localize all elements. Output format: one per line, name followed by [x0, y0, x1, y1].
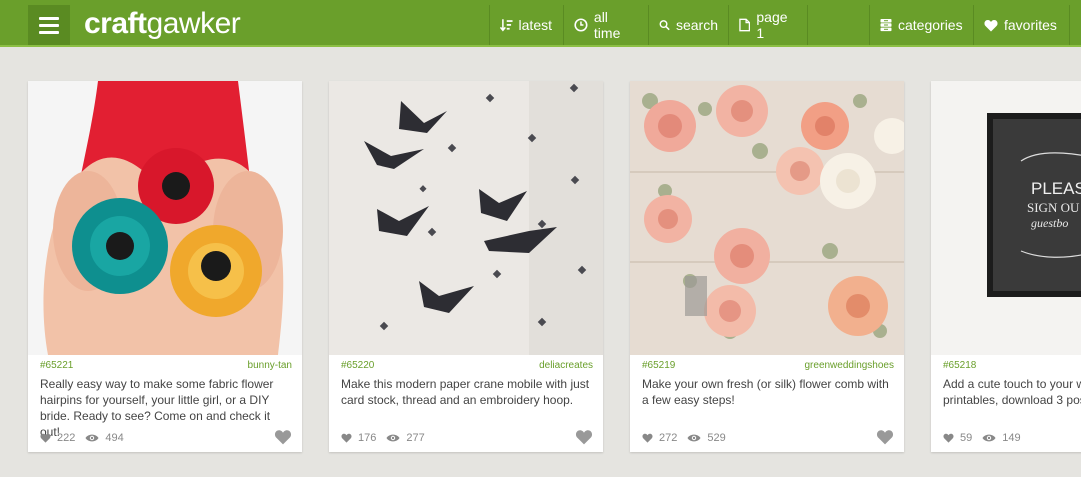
views-count: 277 — [406, 432, 425, 444]
favorite-heart-icon[interactable] — [876, 429, 894, 445]
heart-icon — [943, 433, 954, 443]
card-thumbnail-paper-cranes[interactable] — [329, 81, 603, 355]
craft-card[interactable]: #65221 bunny-tan Really easy way to make… — [28, 81, 302, 452]
search-icon — [659, 20, 670, 31]
nav-page-label: page 1 — [756, 9, 788, 41]
site-logo[interactable]: craftgawker — [84, 7, 241, 40]
top-navigation-bar: craftgawker latest all time search page … — [0, 0, 1081, 47]
views-count: 529 — [707, 432, 726, 444]
eye-icon — [982, 434, 996, 442]
card-id[interactable]: #65218 — [943, 360, 976, 371]
nav-all-time-button[interactable]: all time — [563, 5, 648, 45]
craft-card[interactable]: PLEAS SIGN OU guestbo #65218 Add a cute … — [931, 81, 1081, 452]
heart-icon — [40, 433, 51, 443]
views-count: 149 — [1002, 432, 1021, 444]
card-description: Add a cute touch to your wedding with th… — [943, 376, 1081, 408]
card-description: Make your own fresh (or silk) flower com… — [642, 377, 889, 407]
card-author-link[interactable]: greenweddingshoes — [804, 360, 894, 371]
card-thumbnail-guestbook-poster[interactable]: PLEAS SIGN OU guestbo — [931, 81, 1081, 355]
likes-count: 272 — [659, 432, 678, 444]
card-stats: 176 277 — [341, 431, 429, 445]
card-description: Make this modern paper crane mobile with… — [341, 377, 590, 407]
favorite-heart-icon[interactable] — [274, 429, 292, 445]
views-count: 494 — [105, 432, 124, 444]
card-thumbnail-fabric-flowers[interactable] — [28, 81, 302, 355]
hamburger-menu-icon[interactable] — [28, 5, 70, 45]
nav-latest-label: latest — [518, 17, 552, 33]
logo-light-text: gawker — [146, 7, 241, 40]
card-author-link[interactable]: deliacreates — [539, 360, 593, 371]
nav-favorites-button[interactable]: favorites — [973, 5, 1070, 45]
page-icon — [739, 18, 751, 32]
card-id[interactable]: #65221 — [40, 360, 73, 371]
nav-categories-button[interactable]: categories — [869, 5, 973, 45]
card-id[interactable]: #65219 — [642, 360, 675, 371]
heart-icon — [341, 433, 352, 443]
clock-icon — [574, 18, 588, 32]
likes-count: 222 — [57, 432, 76, 444]
logo-bold-text: craft — [84, 7, 147, 40]
nav-latest-button[interactable]: latest — [489, 5, 562, 45]
nav-search-label: search — [675, 17, 718, 33]
nav-all-time-label: all time — [593, 9, 621, 41]
poster-text-line2: SIGN OU — [1027, 200, 1080, 215]
craft-card[interactable]: #65219 greenweddingshoes Make your own f… — [630, 81, 904, 452]
card-stats: 272 529 — [642, 431, 730, 445]
card-stats: 222 494 — [40, 431, 128, 445]
categories-icon — [880, 19, 892, 32]
nav-search-button[interactable]: search — [648, 5, 728, 45]
poster-text-line1: PLEAS — [1031, 179, 1081, 198]
poster-text-line3: guestbo — [1031, 216, 1068, 230]
eye-icon — [386, 434, 400, 442]
craft-card[interactable]: #65220 deliacreates Make this modern pap… — [329, 81, 603, 452]
card-description-text: Add a cute touch to your wedding with th… — [943, 377, 1081, 407]
card-stats: 59 149 — [943, 431, 1025, 445]
heart-icon — [642, 433, 653, 443]
likes-count: 176 — [358, 432, 377, 444]
heart-icon — [984, 19, 998, 31]
nav-categories-label: categories — [898, 17, 963, 33]
card-id[interactable]: #65220 — [341, 360, 374, 371]
card-thumbnail-flower-comb[interactable] — [630, 81, 904, 355]
nav-favorites-label: favorites — [1004, 17, 1057, 33]
eye-icon — [687, 434, 701, 442]
likes-count: 59 — [960, 432, 973, 444]
sort-icon — [500, 19, 513, 32]
eye-icon — [85, 434, 99, 442]
card-author-link[interactable]: bunny-tan — [248, 360, 292, 371]
nav-page-button[interactable]: page 1 — [728, 5, 808, 45]
favorite-heart-icon[interactable] — [575, 429, 593, 445]
